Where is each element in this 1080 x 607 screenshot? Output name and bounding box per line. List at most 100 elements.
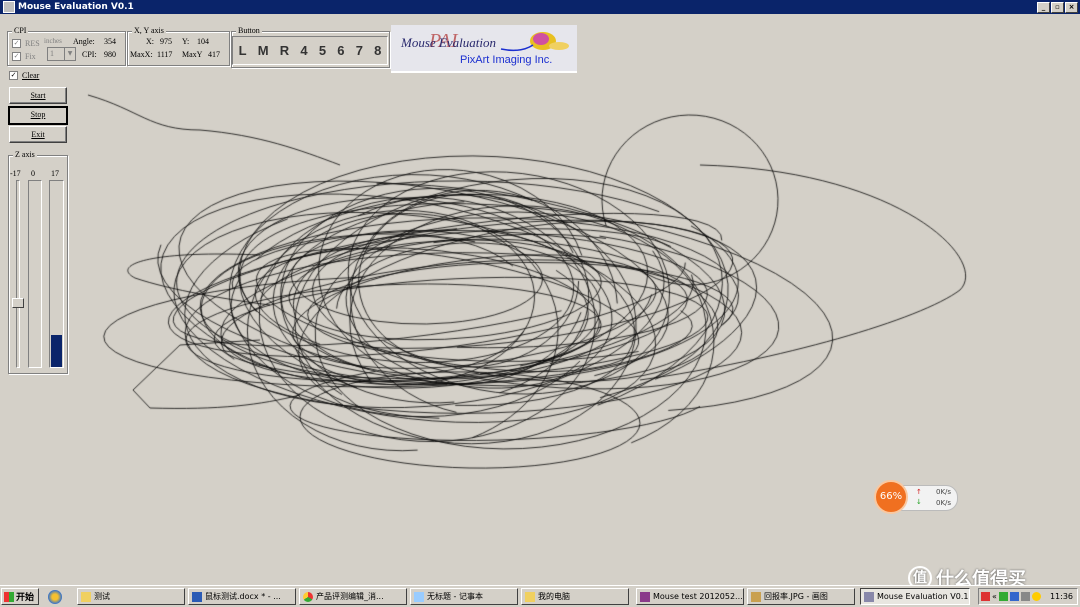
folder-icon bbox=[81, 591, 91, 602]
start-button-label: Start bbox=[30, 91, 46, 100]
maxx-label: MaxX: bbox=[130, 50, 153, 59]
xy-axis-group: X, Y axis bbox=[127, 26, 230, 66]
start-button[interactable]: Start bbox=[9, 87, 67, 104]
task-label: 我的电脑 bbox=[538, 592, 570, 601]
task-item-folder-test[interactable]: 测试 bbox=[77, 588, 185, 605]
memory-usage-badge[interactable]: 66% bbox=[874, 480, 908, 514]
cpi-value: 980 bbox=[104, 50, 116, 59]
z-bar-zero bbox=[28, 180, 42, 368]
z-bar-fill bbox=[51, 335, 62, 367]
notepad-icon bbox=[414, 591, 424, 602]
windows-logo-icon bbox=[4, 591, 14, 602]
task-item-browser[interactable]: 产品评测编辑_消... bbox=[299, 588, 407, 605]
close-button[interactable]: × bbox=[1065, 2, 1078, 13]
task-label: Mouse test 2012052... bbox=[653, 592, 743, 601]
logo-company: PixArt Imaging Inc. bbox=[460, 54, 553, 66]
upload-speed: 0K/s bbox=[936, 488, 952, 496]
window-title: Mouse Evaluation V0.1 bbox=[18, 2, 134, 12]
maximize-button[interactable]: ▫ bbox=[1051, 2, 1064, 13]
z-max-label: 17 bbox=[51, 169, 59, 178]
quicklaunch-icon[interactable] bbox=[48, 590, 62, 604]
app-icon bbox=[3, 1, 15, 13]
paint-icon bbox=[751, 591, 761, 602]
button-indicator-8: 8 bbox=[374, 43, 382, 58]
volume-icon[interactable] bbox=[1020, 592, 1030, 601]
x-value: 975 bbox=[160, 37, 172, 46]
task-label: 产品评测编辑_消... bbox=[316, 592, 384, 601]
task-label: 回报率.JPG - 画图 bbox=[764, 592, 828, 601]
button-indicator-4: 4 bbox=[300, 43, 308, 58]
task-item-notepad[interactable]: 无标题 - 记事本 bbox=[410, 588, 518, 605]
angle-value: 354 bbox=[104, 37, 116, 46]
maxy-value: 417 bbox=[208, 50, 220, 59]
network-icon[interactable] bbox=[1009, 592, 1019, 601]
exit-button-label: Exit bbox=[31, 130, 45, 139]
taskbar: 开始 测试 鼠标测试.docx * - ... 产品评测编辑_消... 无标题 … bbox=[0, 585, 1080, 607]
z-zero-label: 0 bbox=[31, 169, 35, 178]
task-item-mouse-test[interactable]: Mouse test 2012052... bbox=[636, 588, 744, 605]
maxx-value: 1117 bbox=[157, 50, 173, 59]
task-item-word-doc[interactable]: 鼠标测试.docx * - ... bbox=[188, 588, 296, 605]
button-indicator-7: 7 bbox=[355, 43, 363, 58]
system-tray: « 11:36 bbox=[978, 588, 1078, 605]
x-label: X: bbox=[146, 37, 154, 46]
button-indicator-m: M bbox=[257, 43, 269, 58]
button-legend: Button bbox=[236, 26, 262, 35]
button-indicators: L M R 4 5 6 7 8 bbox=[232, 36, 388, 65]
task-item-mouse-evaluation[interactable]: Mouse Evaluation V0.1 bbox=[860, 588, 970, 605]
z-slider-thumb[interactable] bbox=[12, 298, 24, 308]
z-axis-legend: Z axis bbox=[13, 150, 37, 159]
button-indicator-5: 5 bbox=[318, 43, 327, 58]
y-label: Y: bbox=[182, 37, 190, 46]
drawing-canvas[interactable] bbox=[0, 0, 1080, 607]
angle-label: Angle: bbox=[73, 37, 95, 46]
clear-label: Clear bbox=[22, 71, 40, 80]
download-arrow-icon: ↓ bbox=[916, 498, 922, 506]
cpi-label: CPI: bbox=[82, 50, 97, 59]
z-bar-value bbox=[49, 180, 64, 368]
update-icon[interactable] bbox=[1031, 592, 1041, 601]
task-item-paint[interactable]: 回报率.JPG - 画图 bbox=[747, 588, 855, 605]
task-item-my-computer[interactable]: 我的电脑 bbox=[521, 588, 629, 605]
y-value: 104 bbox=[197, 37, 209, 46]
start-button-taskbar[interactable]: 开始 bbox=[1, 588, 39, 605]
word-icon bbox=[192, 591, 202, 602]
download-speed: 0K/s bbox=[936, 499, 952, 507]
logo-title: Mouse Evaluation bbox=[401, 35, 496, 50]
button-indicator-6: 6 bbox=[337, 43, 345, 58]
fix-checkbox[interactable]: ✓ bbox=[12, 52, 21, 61]
clock: 11:36 bbox=[1049, 592, 1073, 601]
folder-icon bbox=[525, 591, 535, 602]
clear-checkbox[interactable]: ✓ bbox=[9, 71, 18, 80]
minimize-button[interactable]: _ bbox=[1037, 2, 1050, 13]
task-label: 测试 bbox=[94, 592, 110, 601]
z-min-label: -17 bbox=[10, 169, 21, 178]
task-label: 鼠标测试.docx * - ... bbox=[205, 592, 281, 601]
button-indicator-l: L bbox=[238, 43, 247, 58]
tray-app-icon[interactable] bbox=[981, 592, 990, 601]
button-indicator-r: R bbox=[279, 43, 290, 58]
z-slider-track[interactable] bbox=[16, 180, 20, 368]
inches-select[interactable]: 1 ▼ bbox=[47, 47, 76, 61]
xy-legend: X, Y axis bbox=[132, 26, 166, 35]
winrar-icon bbox=[640, 591, 650, 602]
pixart-logo: PAI Mouse Evaluation PixArt Imaging Inc. bbox=[391, 25, 577, 73]
res-checkbox[interactable]: ✓ bbox=[12, 39, 21, 48]
chevron-down-icon: ▼ bbox=[64, 48, 75, 60]
title-bar: Mouse Evaluation V0.1 _ ▫ × bbox=[0, 0, 1080, 14]
tray-expand-icon[interactable]: « bbox=[992, 592, 997, 601]
shield-icon[interactable] bbox=[998, 592, 1008, 601]
fix-label: Fix bbox=[25, 52, 36, 61]
inches-value: 1 bbox=[50, 49, 54, 58]
task-label: 无标题 - 记事本 bbox=[427, 592, 483, 601]
exit-button[interactable]: Exit bbox=[9, 126, 67, 143]
start-label: 开始 bbox=[16, 593, 35, 603]
network-speed-widget[interactable]: 66% ↑ ↓ 0K/s 0K/s bbox=[874, 480, 958, 514]
task-label: Mouse Evaluation V0.1 bbox=[877, 592, 969, 601]
upload-arrow-icon: ↑ bbox=[916, 488, 922, 496]
stop-button[interactable]: Stop bbox=[8, 106, 68, 125]
stop-button-label: Stop bbox=[30, 110, 46, 119]
res-label: RES bbox=[25, 39, 40, 48]
app-icon bbox=[864, 591, 874, 602]
cpi-legend: CPI bbox=[12, 26, 29, 35]
